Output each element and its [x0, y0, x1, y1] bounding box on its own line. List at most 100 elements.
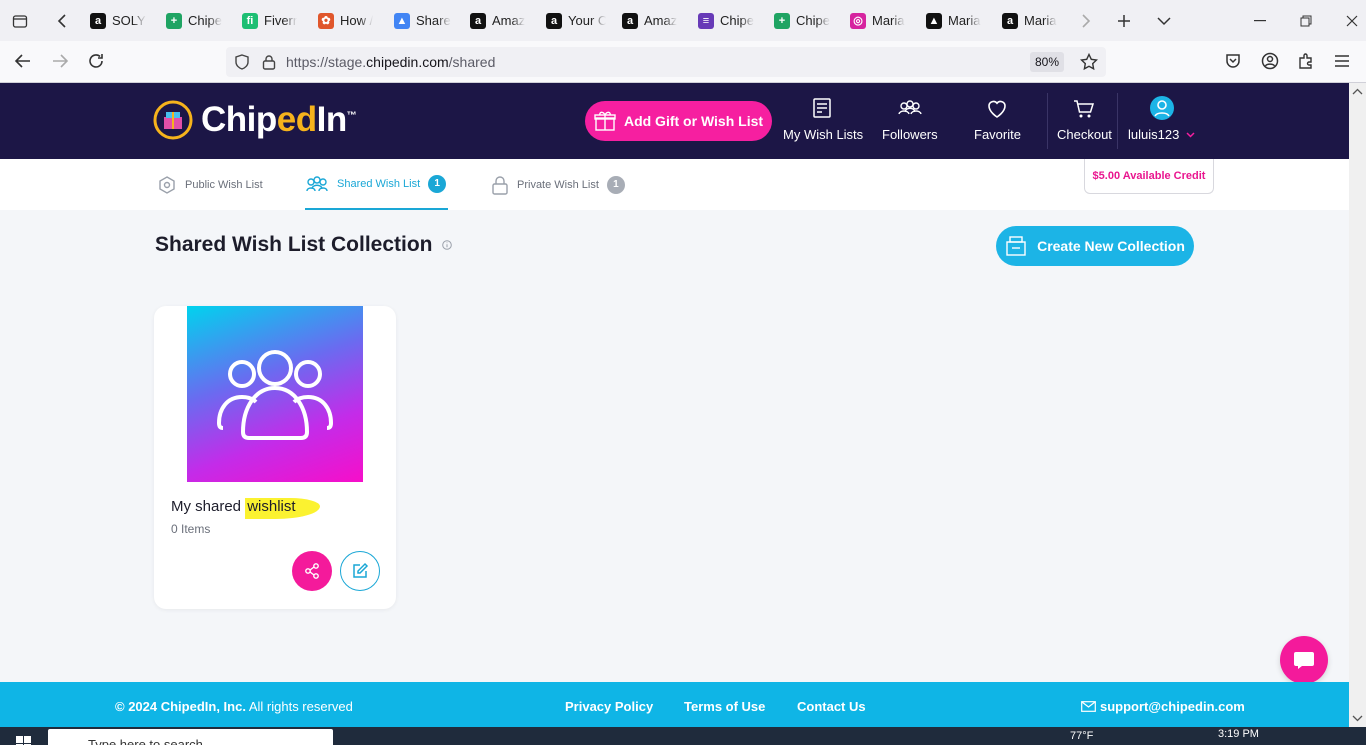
browser-tab[interactable]: ≡ Chipe	[690, 6, 766, 36]
tab-label: Amaz	[644, 13, 678, 28]
browser-tab[interactable]: ▲ Maria	[918, 6, 994, 36]
close-window-icon[interactable]	[1338, 7, 1366, 35]
copyright: © 2024 ChipedIn, Inc. All rights reserve…	[115, 699, 353, 714]
followers-icon	[898, 100, 922, 115]
url-bar[interactable]: https://stage.chipedin.com/shared 80%	[226, 47, 1106, 77]
edit-icon	[353, 562, 369, 578]
tab-shared-wish-list[interactable]: Shared Wish List 1	[305, 159, 448, 210]
chevron-down-icon	[1186, 131, 1195, 138]
tab-label: Amaz	[492, 13, 526, 28]
collection-image	[187, 306, 363, 482]
tab-overflow-chevron-icon[interactable]	[1150, 7, 1178, 35]
nav-favorite[interactable]: Favorite	[974, 97, 1021, 142]
support-email-link[interactable]: support@chipedin.com	[1081, 699, 1245, 714]
heart-icon	[988, 100, 1007, 118]
collection-card[interactable]: My shared wishlist 0 Items	[154, 306, 396, 609]
tab-favicon-icon: ▲	[926, 12, 942, 29]
tab-label: SOLY	[112, 13, 146, 28]
extensions-icon[interactable]	[1297, 52, 1315, 70]
tab-scroll-right-icon[interactable]	[1072, 7, 1100, 35]
taskbar-clock[interactable]: 3:19 PM	[1218, 728, 1259, 740]
tab-private-label: Private Wish List	[517, 178, 599, 191]
tracking-shield-icon[interactable]	[234, 54, 250, 70]
nav-my-wish-lists-label: My Wish Lists	[783, 127, 864, 142]
url-text[interactable]: https://stage.chipedin.com/shared	[286, 54, 495, 70]
cart-icon	[1074, 100, 1095, 118]
tab-label: Fiverr	[264, 13, 298, 28]
nav-favorite-label: Favorite	[974, 127, 1021, 142]
zoom-level[interactable]: 80%	[1029, 52, 1064, 72]
weather-temp: 77°F	[1070, 730, 1094, 742]
collection-title[interactable]: My shared wishlist	[171, 498, 320, 519]
browser-tab[interactable]: a Your C	[538, 6, 614, 36]
create-new-collection-label: Create New Collection	[1037, 238, 1185, 254]
create-new-collection-button[interactable]: Create New Collection	[996, 226, 1194, 266]
browser-tab[interactable]: a Amaz	[462, 6, 538, 36]
tab-public-wish-list[interactable]: Public Wish List	[157, 159, 263, 210]
share-icon	[305, 563, 319, 579]
avatar	[1149, 96, 1174, 120]
available-credit[interactable]: $5.00 Available Credit	[1084, 159, 1214, 194]
minimize-icon[interactable]	[1246, 7, 1274, 35]
lock-icon	[492, 175, 508, 195]
browser-tab[interactable]: ✿ How /	[310, 6, 386, 36]
tab-label: Chipe	[796, 13, 830, 28]
terms-of-use-link[interactable]: Terms of Use	[684, 699, 765, 714]
site-header: ChipedIn™ Add Gift or Wish List My Wish …	[0, 83, 1349, 159]
browser-tab[interactable]: + Chipe	[158, 6, 234, 36]
tab-label: Maria	[1024, 13, 1057, 28]
group-users-icon	[216, 350, 334, 440]
pocket-icon[interactable]	[1224, 52, 1242, 70]
nav-my-wish-lists[interactable]: My Wish Lists	[783, 97, 863, 142]
tab-private-wish-list[interactable]: Private Wish List 1	[491, 159, 625, 210]
browser-tab[interactable]: a Amaz	[614, 6, 690, 36]
logo-wordmark: ChipedIn™	[201, 100, 357, 139]
page-scrollbar[interactable]	[1349, 83, 1366, 727]
bookmark-star-icon[interactable]	[1080, 53, 1098, 71]
new-tab-icon[interactable]	[1110, 7, 1138, 35]
browser-tab[interactable]: fi Fiverr	[234, 6, 310, 36]
nav-followers[interactable]: Followers	[882, 97, 938, 142]
info-icon[interactable]	[442, 240, 452, 250]
tab-label: Maria	[948, 13, 981, 28]
tab-list-icon[interactable]	[6, 7, 34, 35]
privacy-policy-link[interactable]: Privacy Policy	[565, 699, 653, 714]
nav-checkout-label: Checkout	[1057, 127, 1112, 142]
tab-private-count-badge: 1	[606, 175, 625, 194]
tab-label: Maria	[872, 13, 905, 28]
forward-icon[interactable]	[51, 52, 69, 70]
site-footer: © 2024 ChipedIn, Inc. All rights reserve…	[0, 682, 1349, 727]
edit-button[interactable]	[340, 551, 380, 591]
back-icon[interactable]	[14, 52, 32, 70]
browser-tab[interactable]: + Chipe	[766, 6, 842, 36]
restore-icon[interactable]	[1292, 7, 1320, 35]
nav-checkout[interactable]: Checkout	[1057, 97, 1112, 142]
share-button[interactable]	[292, 551, 332, 591]
browser-tab[interactable]: a SOLY	[82, 6, 158, 36]
tab-favicon-icon: a	[546, 12, 562, 29]
chat-button[interactable]	[1280, 636, 1328, 684]
nav-followers-label: Followers	[882, 127, 938, 142]
contact-us-link[interactable]: Contact Us	[797, 699, 866, 714]
browser-tab[interactable]: ▲ Share	[386, 6, 462, 36]
gift-icon	[594, 111, 616, 131]
browser-tab[interactable]: a Maria	[994, 6, 1070, 36]
browser-tab[interactable]: ◎ Maria	[842, 6, 918, 36]
add-gift-button[interactable]: Add Gift or Wish List	[585, 101, 772, 141]
tab-label: How /	[340, 13, 374, 28]
tab-public-label: Public Wish List	[185, 178, 263, 191]
windows-start-icon[interactable]	[16, 736, 32, 745]
tab-scroll-left-icon[interactable]	[48, 7, 76, 35]
taskbar-search-input[interactable]: Type here to search	[48, 729, 333, 745]
tab-favicon-icon: a	[1002, 12, 1018, 29]
menu-icon[interactable]	[1334, 53, 1350, 69]
mail-icon	[1081, 701, 1096, 712]
account-icon[interactable]	[1261, 52, 1279, 70]
tab-shared-label: Shared Wish List	[337, 177, 421, 190]
logo-emblem-icon	[153, 100, 193, 140]
lock-icon[interactable]	[262, 54, 276, 70]
reload-icon[interactable]	[87, 52, 105, 70]
nav-user-menu[interactable]: luluis123	[1128, 95, 1195, 142]
wish-list-icon	[813, 98, 831, 118]
chipedin-logo[interactable]: ChipedIn™	[153, 100, 357, 140]
